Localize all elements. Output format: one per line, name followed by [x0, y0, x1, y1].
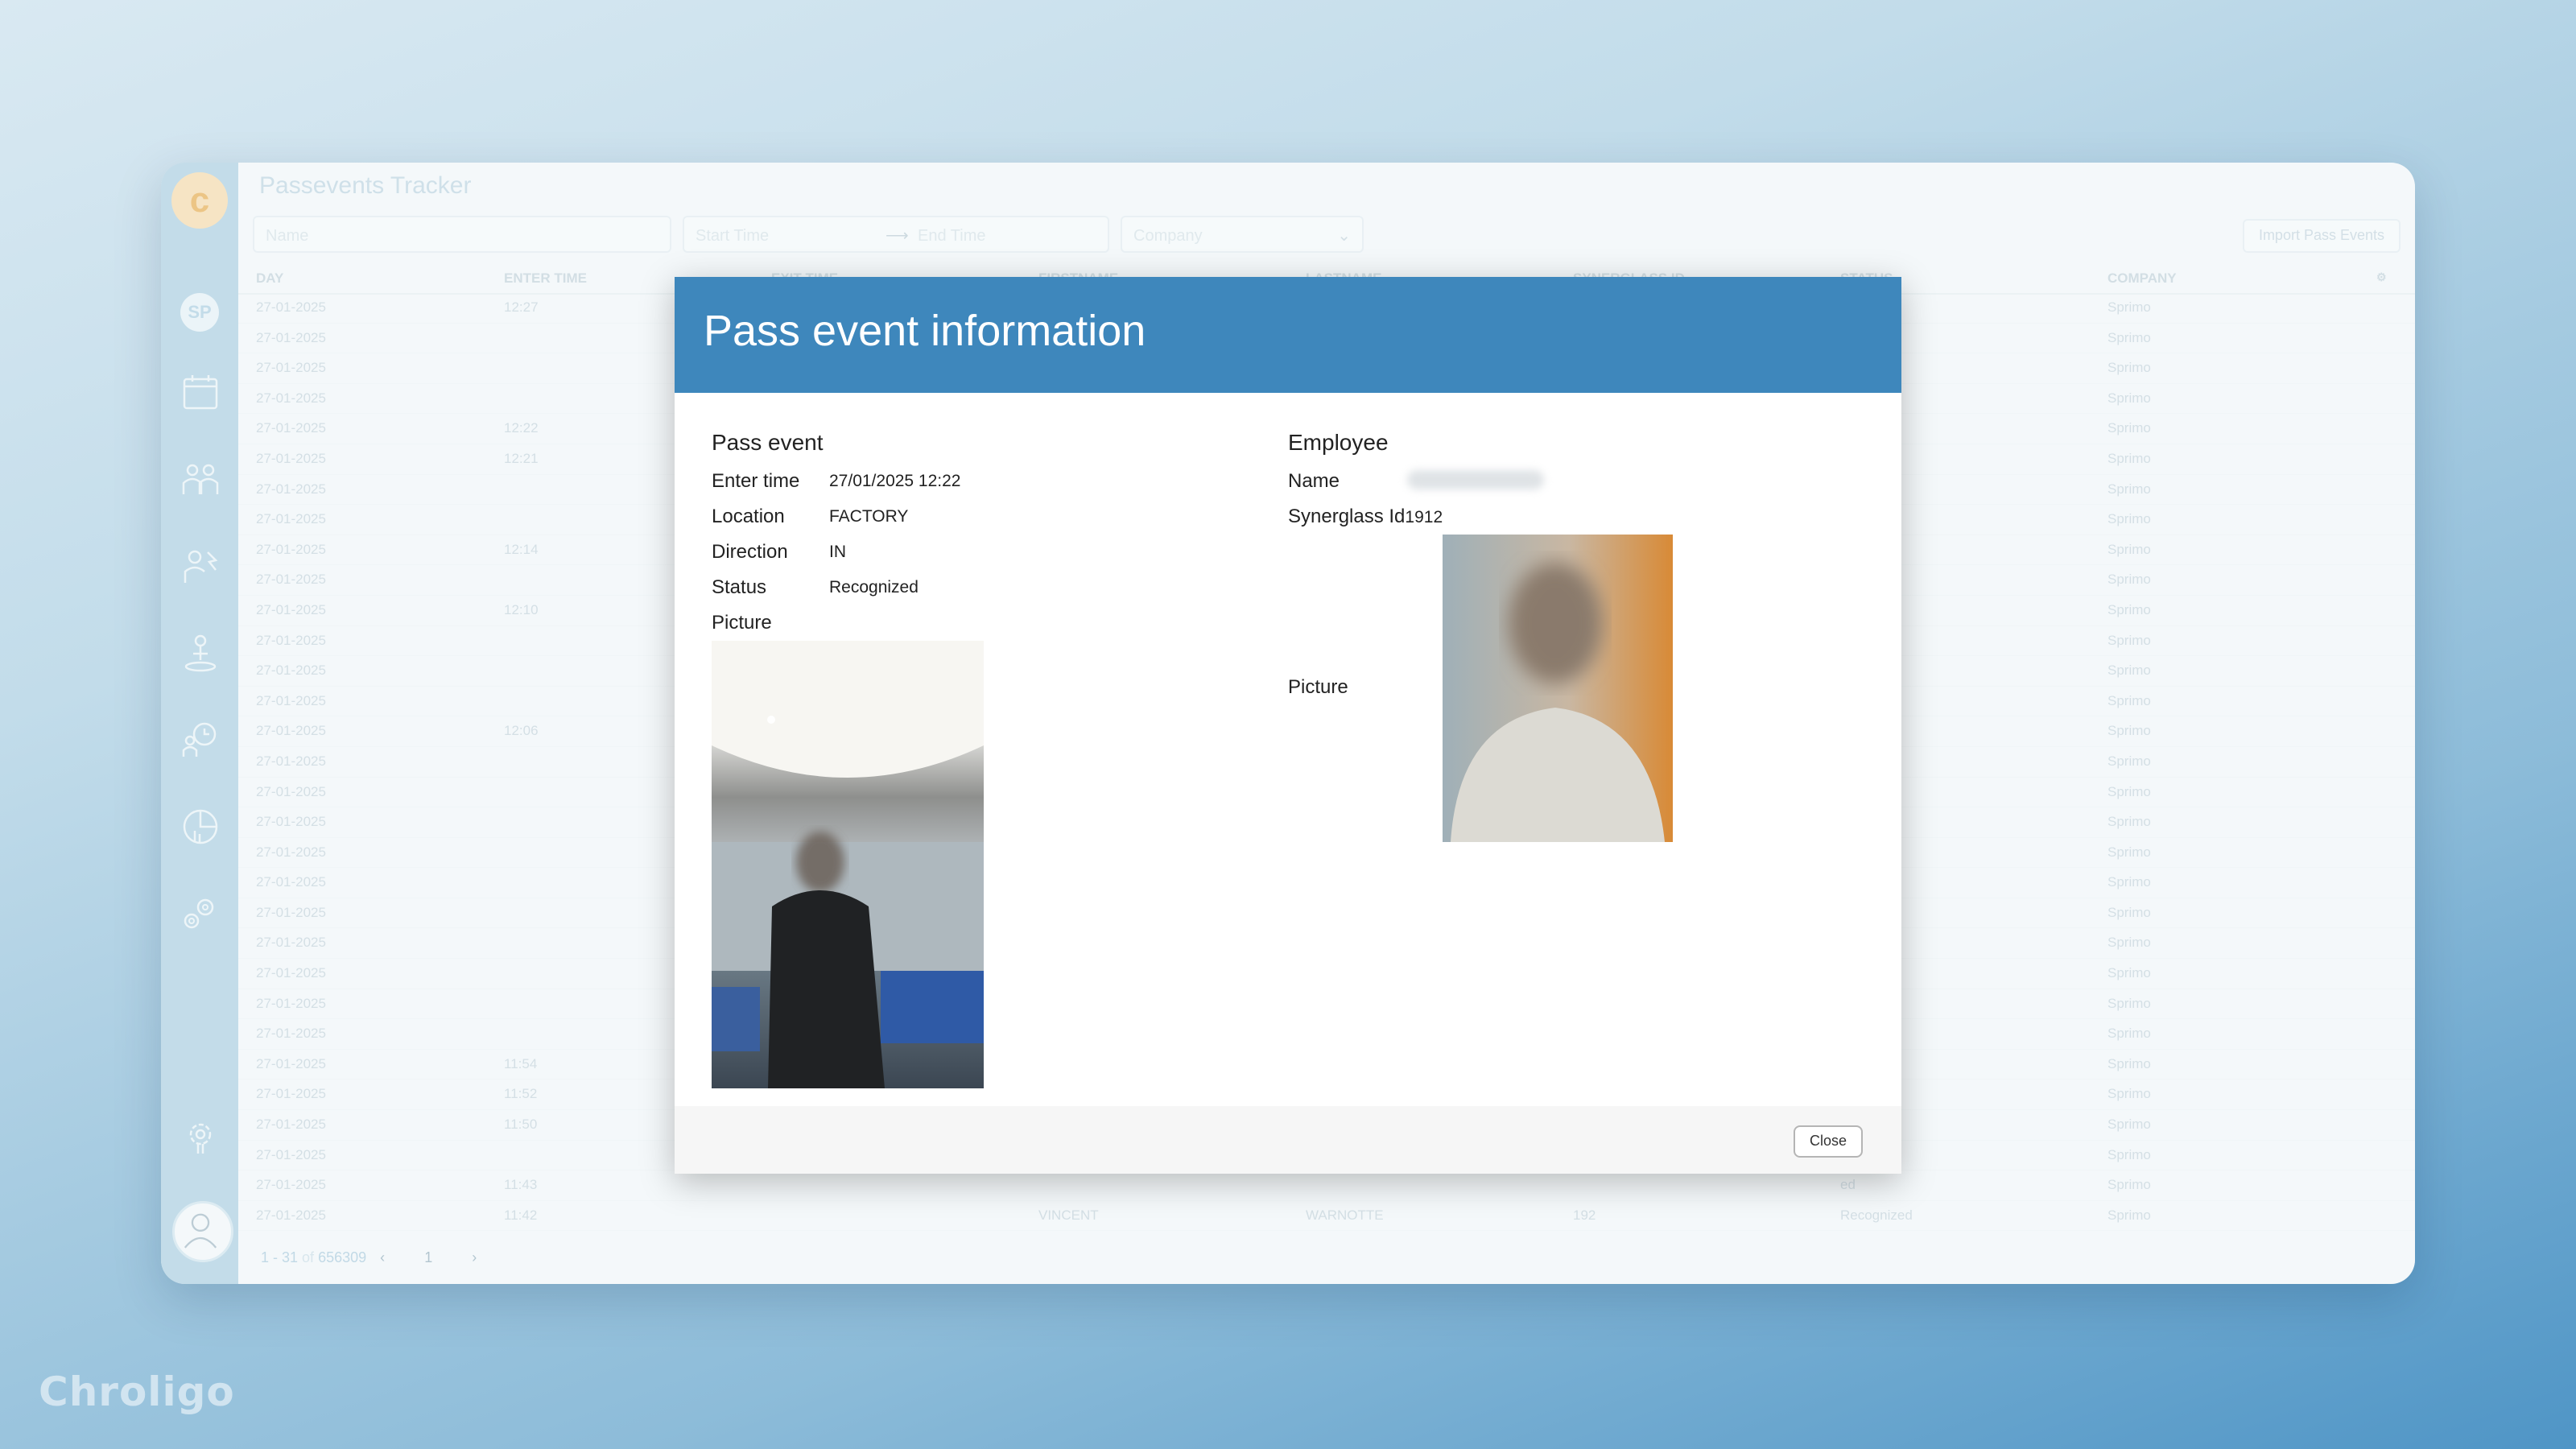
status-label: Status	[712, 576, 767, 598]
direction-label: Direction	[712, 541, 788, 563]
close-button[interactable]: Close	[1793, 1125, 1863, 1158]
pass-event-photo	[712, 641, 984, 1088]
pass-event-heading: Pass event	[712, 430, 824, 455]
synerglass-id-label: Synerglass Id1912	[1288, 506, 1443, 528]
dialog-title: Pass event information	[704, 307, 1146, 355]
employee-name-label: Name	[1288, 470, 1340, 492]
picture-label: Picture	[712, 612, 772, 634]
enter-time-label: Enter time	[712, 470, 800, 492]
synerglass-id-label-text: Synerglass Id	[1288, 506, 1406, 527]
employee-heading: Employee	[1288, 430, 1389, 455]
screen-background: c SP Passevents Tracker Name Start Time …	[0, 0, 2576, 1449]
pass-event-dialog: Pass event information Pass event Enter …	[675, 277, 1901, 1174]
employee-photo	[1443, 535, 1673, 842]
direction-value: IN	[829, 543, 846, 561]
synerglass-id-value: 1912	[1405, 508, 1443, 526]
location-value: FACTORY	[829, 507, 909, 526]
dialog-footer: Close	[675, 1106, 1901, 1174]
dialog-header: Pass event information	[675, 277, 1901, 393]
employee-picture-label: Picture	[1288, 676, 1348, 698]
enter-time-value: 27/01/2025 12:22	[829, 472, 961, 490]
brand-watermark: Chroligo	[39, 1368, 235, 1415]
status-value: Recognized	[829, 578, 919, 597]
location-label: Location	[712, 506, 785, 527]
employee-name-blurred	[1407, 470, 1544, 489]
